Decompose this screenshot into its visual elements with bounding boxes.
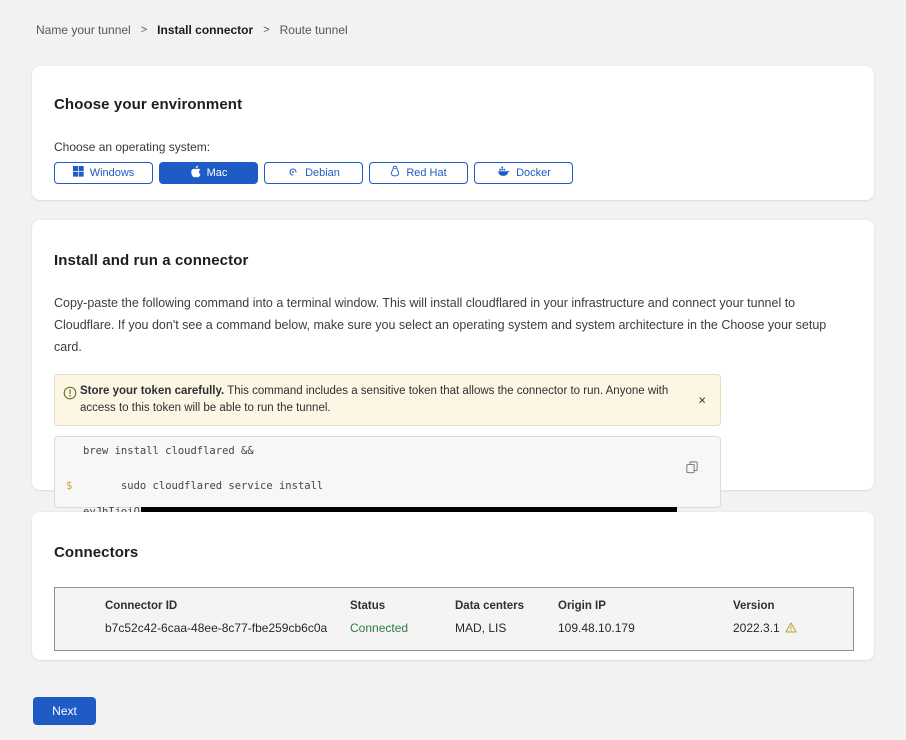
os-button-label: Docker <box>516 167 551 179</box>
col-data-centers: Data centers <box>455 600 558 612</box>
table-row: b7c52c42-6caa-48ee-8c77-fbe259cb6c0a Con… <box>105 621 853 635</box>
connector-id-value: b7c52c42-6caa-48ee-8c77-fbe259cb6c0a <box>105 621 350 635</box>
data-centers-value: MAD, LIS <box>455 621 558 635</box>
col-origin-ip: Origin IP <box>558 600 733 612</box>
apple-icon <box>190 165 201 181</box>
connectors-card-title: Connectors <box>54 544 852 561</box>
alert-circle-icon <box>63 386 77 406</box>
os-button-label: Red Hat <box>406 167 446 179</box>
col-version: Version <box>733 600 853 612</box>
os-button-mac[interactable]: Mac <box>159 162 258 184</box>
os-button-label: Debian <box>305 167 340 179</box>
choose-environment-card: Choose your environment Choose an operat… <box>32 66 874 200</box>
breadcrumb-separator: > <box>263 24 269 36</box>
code-line-service-install: $sudo cloudflared service install <box>83 467 720 506</box>
warning-title: Store your token carefully. <box>80 385 224 397</box>
os-select-label: Choose an operating system: <box>54 140 852 154</box>
copy-icon[interactable] <box>686 461 698 477</box>
connectors-table-header: Connector ID Status Data centers Origin … <box>105 600 853 612</box>
status-badge: Connected <box>350 621 455 635</box>
code-line-brew: brew install cloudflared && <box>83 445 720 458</box>
breadcrumb-separator: > <box>141 24 147 36</box>
version-value: 2022.3.1 <box>733 621 853 635</box>
col-connector-id: Connector ID <box>105 600 350 612</box>
os-button-redhat[interactable]: Red Hat <box>369 162 468 184</box>
breadcrumb: Name your tunnel > Install connector > R… <box>36 23 348 37</box>
shell-prompt: $ <box>66 480 72 493</box>
install-connector-card: Install and run a connector Copy-paste t… <box>32 220 874 490</box>
os-button-docker[interactable]: Docker <box>474 162 573 184</box>
os-button-windows[interactable]: Windows <box>54 162 153 184</box>
token-warning-banner: Store your token carefully. This command… <box>54 374 721 427</box>
os-button-debian[interactable]: Debian <box>264 162 363 184</box>
breadcrumb-route-tunnel[interactable]: Route tunnel <box>280 23 348 37</box>
install-description: Copy-paste the following command into a … <box>54 293 852 359</box>
breadcrumb-install-connector[interactable]: Install connector <box>157 23 253 37</box>
warning-triangle-icon <box>785 622 797 635</box>
redhat-icon <box>390 165 400 181</box>
debian-icon <box>287 166 299 181</box>
install-command-code-block: brew install cloudflared && $sudo cloudf… <box>54 436 721 508</box>
docker-icon <box>496 166 510 180</box>
breadcrumb-name-your-tunnel[interactable]: Name your tunnel <box>36 23 131 37</box>
install-card-title: Install and run a connector <box>54 252 852 269</box>
environment-card-title: Choose your environment <box>54 96 852 113</box>
origin-ip-value: 109.48.10.179 <box>558 621 733 635</box>
connectors-table: Connector ID Status Data centers Origin … <box>54 587 854 651</box>
next-button[interactable]: Next <box>33 697 96 725</box>
close-icon[interactable]: × <box>696 391 708 408</box>
os-button-row: Windows Mac Debian <box>54 162 852 184</box>
col-status: Status <box>350 600 455 612</box>
windows-icon <box>73 166 84 180</box>
connectors-card: Connectors Connector ID Status Data cent… <box>32 512 874 660</box>
os-button-label: Mac <box>207 167 228 179</box>
os-button-label: Windows <box>90 167 135 179</box>
